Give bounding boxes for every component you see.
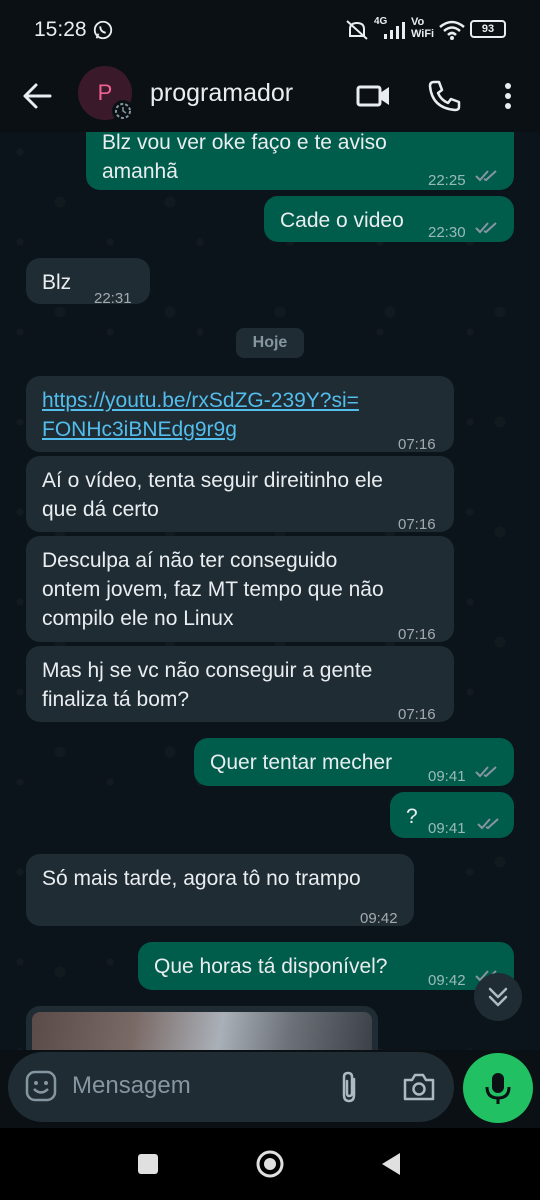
message-time: 09:41 (428, 820, 466, 837)
more-vert-icon[interactable] (488, 76, 528, 116)
chat-header: P programador (0, 60, 540, 132)
message-bubble-outgoing[interactable]: Blz vou ver oke faço e te aviso amanhã 2… (86, 132, 514, 190)
message-time: 22:25 (428, 172, 466, 189)
battery-icon: 93 (470, 20, 506, 38)
mute-icon (346, 20, 368, 40)
message-input[interactable]: Mensagem (72, 1072, 191, 1100)
message-time: 07:16 (398, 626, 436, 643)
whatsapp-icon (93, 20, 113, 40)
message-composer[interactable]: Mensagem (8, 1052, 454, 1122)
vowifi-label-top: Vo (411, 16, 425, 28)
nav-back-icon[interactable] (376, 1148, 408, 1180)
wifi-icon (439, 20, 465, 40)
attach-icon[interactable] (334, 1069, 364, 1105)
voice-message-button[interactable] (463, 1053, 533, 1123)
mic-icon (485, 1073, 511, 1104)
nav-recents-icon[interactable] (132, 1148, 164, 1180)
message-text: Blz vou ver oke faço e te aviso (102, 132, 387, 154)
message-bubble-incoming[interactable]: Desculpa aí não ter conseguido ontem jov… (26, 536, 454, 643)
message-list[interactable]: Blz vou ver oke faço e te aviso amanhã 2… (0, 132, 540, 1050)
message-bubble-incoming[interactable]: Mas hj se vc não conseguir a gente final… (26, 646, 454, 723)
message-link[interactable]: https://youtu.be/rxSdZG-239Y?si= (42, 386, 438, 415)
message-time: 07:16 (398, 436, 436, 453)
message-time: 09:42 (428, 972, 466, 989)
message-link[interactable]: FONHc3iBNEdg9r9g (42, 415, 438, 444)
message-time: 22:30 (428, 224, 466, 241)
message-time: 09:42 (360, 910, 398, 927)
video-call-icon[interactable] (354, 76, 394, 116)
message-time: 22:31 (94, 290, 132, 307)
message-time: 07:16 (398, 516, 436, 533)
message-bubble-incoming[interactable]: Aí o vídeo, tenta seguir direitinho ele … (26, 456, 454, 533)
message-bubble-outgoing[interactable]: Que horas tá disponível? 09:42 (138, 942, 514, 990)
scroll-down-icon (488, 987, 508, 1007)
camera-icon[interactable] (402, 1071, 436, 1103)
message-bubble-incoming[interactable]: Blz 22:31 (26, 258, 150, 307)
message-bubble-image[interactable] (26, 1006, 378, 1050)
nav-home-icon[interactable] (254, 1148, 286, 1180)
message-time: 09:41 (428, 768, 466, 785)
read-ticks-icon (475, 222, 497, 234)
emoji-icon[interactable] (24, 1069, 58, 1103)
message-text: ontem jovem, faz MT tempo que não (42, 578, 384, 601)
message-bubble-incoming[interactable]: Só mais tarde, agora tô no trampo 09:42 (26, 854, 414, 927)
message-time: 07:16 (398, 706, 436, 723)
system-nav-bar (0, 1128, 540, 1200)
back-arrow-icon[interactable] (18, 76, 58, 116)
message-text: Mas hj se vc não conseguir a gente (42, 659, 373, 682)
message-bubble-outgoing[interactable]: Cade o video 22:30 (264, 196, 514, 242)
signal-icon (384, 22, 405, 39)
message-bubble-incoming[interactable]: https://youtu.be/rxSdZG-239Y?si= FONHc3i… (26, 376, 454, 453)
vowifi-label-bottom: WiFi (411, 28, 435, 40)
message-text: Só mais tarde, agora tô no trampo (42, 867, 361, 890)
battery-level: 93 (481, 23, 495, 35)
read-ticks-icon (475, 766, 497, 778)
read-ticks-icon (477, 818, 499, 830)
message-text: Aí o vídeo, tenta seguir direitinho ele (42, 469, 383, 492)
contact-name[interactable]: programador (150, 79, 293, 108)
message-text: que dá certo (42, 498, 159, 521)
message-text: Desculpa aí não ter conseguido (42, 549, 338, 572)
image-thumbnail[interactable] (32, 1012, 372, 1050)
phone-icon[interactable] (424, 76, 464, 116)
status-bar: 15:28 4G Vo WiFi 93 (0, 0, 540, 60)
read-ticks-icon (475, 170, 497, 182)
status-time: 15:28 (34, 18, 87, 41)
avatar[interactable]: P (78, 66, 134, 122)
status-ring-icon (112, 100, 134, 122)
date-separator: Hoje (236, 328, 304, 358)
message-bubble-outgoing[interactable]: Quer tentar mecher 09:41 (194, 738, 514, 786)
message-bubble-outgoing[interactable]: ? 09:41 (390, 792, 514, 838)
scroll-down-button[interactable] (474, 973, 522, 1021)
message-text: compilo ele no Linux (42, 607, 234, 630)
message-text: finaliza tá bom? (42, 688, 190, 711)
